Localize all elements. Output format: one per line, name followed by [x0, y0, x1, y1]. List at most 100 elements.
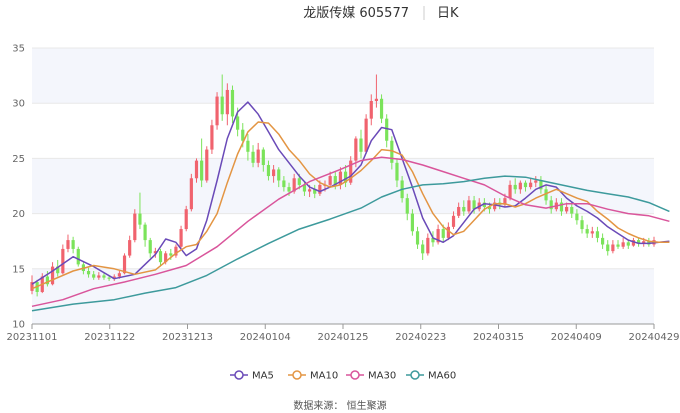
x-tick-label: 20240223: [395, 332, 446, 343]
y-tick-label: 30: [12, 99, 25, 110]
candle: [189, 173, 193, 212]
candle-body: [215, 96, 219, 126]
candle-body: [451, 215, 456, 227]
y-axis-ticks: 10 15 20 25 30 35: [12, 44, 25, 331]
candle-body: [359, 138, 363, 152]
legend-marker-icon: [292, 370, 302, 380]
legend-item-ma60[interactable]: MA60: [406, 370, 456, 382]
candle: [421, 240, 425, 260]
candle-body: [251, 151, 255, 163]
candle-body: [128, 240, 132, 256]
candle-body: [421, 244, 425, 254]
legend-item-ma30[interactable]: MA30: [346, 370, 396, 382]
candle-body: [236, 116, 240, 130]
stock-title: 龙版传媒 605577: [303, 6, 409, 21]
candle: [71, 236, 75, 254]
candle-body: [92, 274, 96, 278]
y-tick-label: 20: [12, 209, 25, 220]
candle-body: [426, 237, 430, 254]
candle-body: [184, 209, 188, 230]
candle-body: [518, 182, 522, 190]
candle-body: [297, 178, 301, 185]
legend-marker-icon: [234, 370, 244, 380]
candle-body: [287, 187, 291, 192]
candle-body: [467, 200, 471, 212]
candle: [426, 233, 430, 256]
candle-body: [158, 251, 163, 263]
candle-body: [580, 220, 584, 230]
candle-body: [179, 229, 183, 247]
candle-body: [364, 118, 368, 152]
candle: [128, 235, 132, 258]
candle-body: [590, 231, 594, 234]
candle-body: [76, 248, 80, 265]
candle: [66, 234, 70, 253]
x-tick-label: 20240429: [629, 332, 680, 343]
candle: [133, 209, 137, 243]
y-tick-label: 15: [12, 264, 25, 275]
candle: [616, 240, 620, 249]
candle-body: [529, 182, 533, 188]
candle-body: [86, 271, 91, 275]
period-label: 日K: [437, 6, 459, 21]
candle-body: [457, 206, 461, 216]
candle-body: [565, 206, 569, 212]
kline-chart: 龙版传媒 605577 日K 101520253035 20231101 2023…: [7, 6, 680, 412]
candle: [595, 226, 600, 243]
candle: [76, 246, 80, 267]
candle: [580, 215, 584, 234]
candle-body: [282, 180, 286, 188]
candle-body: [369, 100, 373, 119]
chart-title: 龙版传媒 605577 日K: [303, 6, 459, 21]
legend-marker-icon: [350, 370, 360, 380]
candle: [436, 224, 440, 245]
candle-body: [61, 248, 65, 274]
legend-item-ma5[interactable]: MA5: [230, 370, 274, 382]
candle-body: [354, 138, 358, 161]
candle-body: [102, 275, 106, 278]
candle: [61, 244, 65, 275]
candle: [143, 222, 147, 247]
candle-body: [220, 96, 224, 115]
x-tick-label: 20231213: [162, 332, 213, 343]
candle-body: [143, 224, 147, 241]
candle-body: [405, 198, 409, 214]
x-tick-label: 20231122: [84, 332, 135, 343]
candle-body: [374, 98, 379, 101]
candle: [200, 138, 204, 188]
candle-body: [415, 231, 420, 245]
candle: [606, 240, 610, 256]
x-tick-label: 20240409: [551, 332, 602, 343]
candle-body: [307, 189, 312, 192]
candle: [611, 240, 615, 254]
candle: [215, 92, 219, 130]
candle-body: [534, 180, 538, 183]
candle-body: [601, 237, 605, 245]
candle: [601, 233, 605, 249]
candle: [184, 205, 188, 232]
candle-body: [379, 98, 384, 119]
source-label: 数据来源： 恒生聚源: [293, 399, 386, 412]
x-tick-label: 20240125: [318, 332, 369, 343]
candle-body: [200, 160, 204, 181]
candle-body: [462, 206, 466, 212]
candle-body: [595, 231, 600, 238]
candle-body: [626, 242, 630, 246]
candle-body: [395, 162, 399, 181]
candle-body: [585, 229, 589, 234]
candle-body: [611, 244, 615, 252]
candle: [205, 146, 209, 183]
candle-body: [107, 277, 111, 279]
candle-body: [133, 213, 137, 241]
legend-label: MA60: [428, 371, 456, 382]
candle-body: [277, 169, 281, 181]
candle: [230, 85, 235, 124]
candle-body: [71, 240, 75, 249]
candle-body: [189, 178, 193, 210]
candle-body: [266, 165, 271, 177]
legend-label: MA30: [368, 371, 396, 382]
candle-body: [66, 240, 70, 249]
legend-item-ma10[interactable]: MA10: [288, 370, 338, 382]
candle: [621, 237, 625, 249]
legend[interactable]: MA5 MA10 MA30 MA60: [230, 370, 456, 382]
